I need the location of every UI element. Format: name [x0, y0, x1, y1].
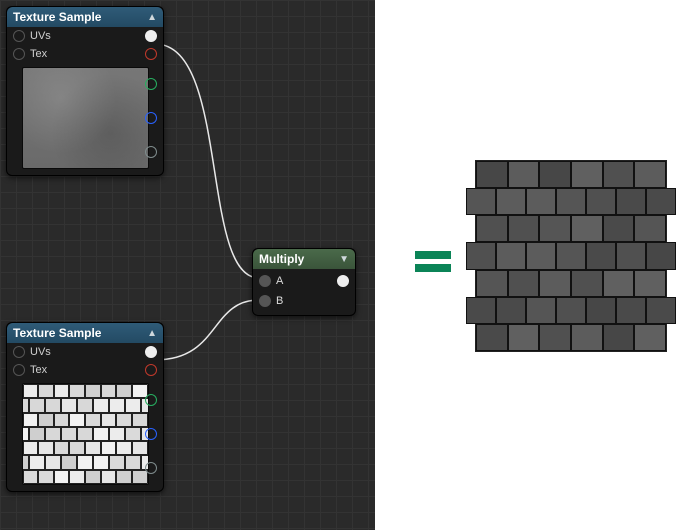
pin-icon[interactable]: [13, 364, 25, 376]
material-graph-panel[interactable]: Texture Sample ▲ UVs Tex Texture Sample …: [0, 0, 375, 530]
tex-label: Tex: [30, 364, 140, 376]
output-pin-white-icon[interactable]: [145, 346, 157, 358]
node-title[interactable]: Texture Sample ▲: [7, 323, 163, 343]
tex-input-row[interactable]: Tex: [7, 361, 163, 379]
uv-label: UVs: [30, 346, 140, 358]
node-title[interactable]: Multiply ▼: [253, 249, 355, 269]
input-b-row[interactable]: B: [253, 291, 355, 311]
output-pin-blue-icon[interactable]: [145, 112, 157, 124]
node-title-label: Texture Sample: [13, 10, 101, 24]
output-pin-red-icon[interactable]: [145, 364, 157, 376]
tex-label: Tex: [30, 48, 140, 60]
texture-sample-node-1[interactable]: Texture Sample ▲ UVs Tex: [6, 6, 164, 176]
collapse-arrow-icon[interactable]: ▼: [339, 254, 349, 265]
node-title[interactable]: Texture Sample ▲: [7, 7, 163, 27]
result-texture: [475, 160, 667, 352]
pin-icon[interactable]: [13, 346, 25, 358]
uv-input-row[interactable]: UVs: [7, 27, 163, 45]
output-pin-icon[interactable]: [337, 275, 349, 287]
node-title-label: Texture Sample: [13, 326, 101, 340]
texture-sample-node-2[interactable]: Texture Sample ▲ UVs Tex: [6, 322, 164, 492]
a-label: A: [276, 275, 283, 287]
input-pin-a-icon[interactable]: [259, 275, 271, 287]
collapse-arrow-icon[interactable]: ▲: [147, 12, 157, 23]
uv-label: UVs: [30, 30, 140, 42]
equals-icon: [415, 246, 451, 277]
output-pin-red-icon[interactable]: [145, 48, 157, 60]
uv-input-row[interactable]: UVs: [7, 343, 163, 361]
texture-preview-concrete: [22, 67, 149, 169]
texture-preview-bricks: [22, 383, 149, 485]
tex-input-row[interactable]: Tex: [7, 45, 163, 63]
pin-icon[interactable]: [13, 30, 25, 42]
input-a-row[interactable]: A: [253, 271, 355, 291]
output-pin-blue-icon[interactable]: [145, 428, 157, 440]
collapse-arrow-icon[interactable]: ▲: [147, 328, 157, 339]
pin-icon[interactable]: [13, 48, 25, 60]
output-pin-alpha-icon[interactable]: [145, 146, 157, 158]
output-pin-alpha-icon[interactable]: [145, 462, 157, 474]
input-pin-b-icon[interactable]: [259, 295, 271, 307]
output-pin-green-icon[interactable]: [145, 394, 157, 406]
node-title-label: Multiply: [259, 252, 304, 266]
output-pin-green-icon[interactable]: [145, 78, 157, 90]
output-pin-white-icon[interactable]: [145, 30, 157, 42]
b-label: B: [276, 295, 283, 307]
multiply-node[interactable]: Multiply ▼ A B: [252, 248, 356, 316]
